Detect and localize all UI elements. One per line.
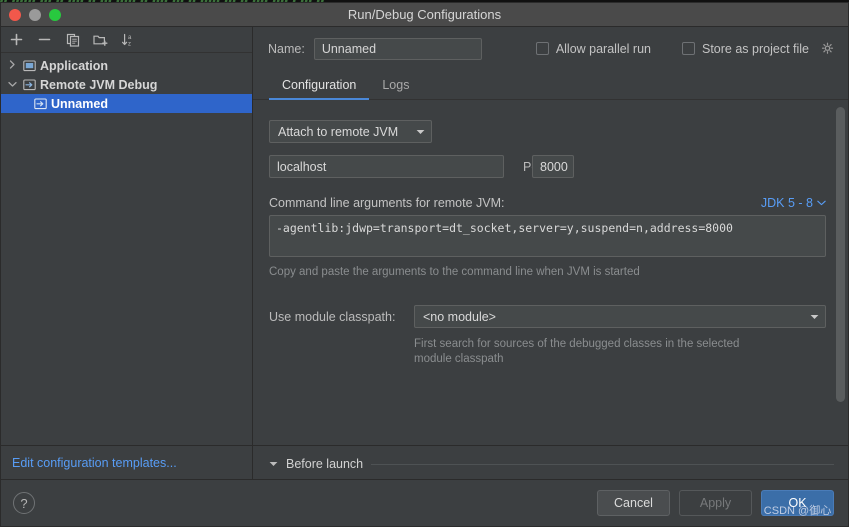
host-port-row: Host: localhost Port: 8000	[269, 155, 826, 178]
application-icon	[20, 59, 38, 72]
sidebar-footer: Edit configuration templates...	[1, 445, 252, 479]
svg-text:a: a	[128, 35, 132, 41]
before-launch-divider	[371, 463, 834, 465]
checkbox-box[interactable]	[535, 42, 549, 55]
tree-item-remote-jvm-debug[interactable]: Remote JVM Debug	[1, 75, 252, 94]
dialog-body: a z Application Remote JVM Debug Unnamed…	[1, 27, 848, 479]
configurations-toolbar: a z	[1, 27, 252, 53]
store-as-project-file-label: Store as project file	[702, 41, 809, 56]
ok-button[interactable]: OK CSDN @御心	[761, 490, 834, 517]
module-classpath-label: Use module classpath:	[269, 309, 396, 324]
name-label: Name:	[268, 41, 305, 56]
run-debug-configurations-dialog: Run/Debug Configurations a z Application…	[0, 2, 849, 527]
module-classpath-hint: First search for sources of the debugged…	[414, 338, 740, 365]
command-line-arguments-field[interactable]: -agentlib:jdwp=transport=dt_socket,serve…	[269, 215, 826, 257]
window-titlebar: Run/Debug Configurations	[1, 3, 848, 27]
configurations-sidebar: a z Application Remote JVM Debug Unnamed…	[1, 27, 253, 479]
svg-text:z: z	[128, 41, 131, 47]
tab-logs[interactable]: Logs	[369, 78, 422, 99]
copy-configuration-button[interactable]	[64, 31, 81, 48]
remote-jvm-icon	[31, 97, 49, 110]
minimize-window-button[interactable]	[29, 9, 41, 21]
vertical-scrollbar-thumb[interactable]	[836, 107, 845, 402]
module-classpath-row: Use module classpath: <no module>	[269, 305, 826, 328]
zoom-window-button[interactable]	[49, 9, 61, 21]
host-input[interactable]: localhost	[269, 155, 504, 178]
command-line-header: Command line arguments for remote JVM: J…	[269, 196, 826, 210]
allow-parallel-run-checkbox[interactable]: Allow parallel run	[535, 41, 651, 56]
before-launch-section: Before launch	[253, 445, 848, 479]
ok-button-label: OK	[788, 496, 807, 510]
window-title: Run/Debug Configurations	[347, 7, 502, 22]
configuration-editor-pane: Name: Unnamed Allow parallel run Store a…	[253, 27, 848, 479]
sort-alphabetical-icon[interactable]: a z	[120, 31, 137, 48]
before-launch-label: Before launch	[286, 457, 364, 471]
tree-item-label: Application	[40, 58, 109, 73]
dialog-button-bar: ? Cancel Apply OK CSDN @御心	[1, 479, 848, 526]
tree-item-label: Unnamed	[51, 96, 108, 111]
name-input[interactable]: Unnamed	[313, 37, 482, 60]
allow-parallel-run-label: Allow parallel run	[555, 41, 651, 56]
traffic-lights	[9, 3, 61, 27]
edit-configuration-templates-link[interactable]: Edit configuration templates...	[12, 456, 177, 470]
chevron-down-icon[interactable]	[416, 127, 425, 137]
name-row: Name: Unnamed Allow parallel run Store a…	[253, 27, 848, 70]
before-launch-header[interactable]: Before launch	[269, 457, 834, 471]
debugger-mode-select[interactable]: Attach to remote JVM	[269, 120, 432, 143]
editor-tabs[interactable]: Configuration Logs	[253, 70, 848, 100]
remove-configuration-button[interactable]	[36, 31, 53, 48]
remote-jvm-icon	[20, 78, 38, 91]
help-button[interactable]: ?	[13, 492, 35, 514]
debugger-mode-value: Attach to remote JVM	[278, 124, 399, 139]
configurations-tree[interactable]: Application Remote JVM Debug Unnamed	[1, 53, 252, 445]
close-window-button[interactable]	[9, 9, 21, 21]
apply-button[interactable]: Apply	[679, 490, 752, 516]
configuration-form-scroll: Debugger mode: Attach to remote JVM Host…	[253, 100, 848, 445]
chevron-right-icon[interactable]	[5, 60, 20, 71]
jdk-version-dropdown[interactable]: JDK 5 - 8	[761, 196, 826, 210]
chevron-down-icon[interactable]	[269, 459, 278, 469]
checkbox-box[interactable]	[682, 42, 695, 55]
add-configuration-button[interactable]	[8, 31, 25, 48]
cancel-button[interactable]: Cancel	[597, 490, 670, 516]
configuration-form: Debugger mode: Attach to remote JVM Host…	[253, 100, 848, 367]
tab-configuration[interactable]: Configuration	[269, 78, 370, 100]
chevron-down-icon	[817, 200, 826, 206]
gear-icon[interactable]	[821, 42, 834, 55]
command-line-hint: Copy and paste the arguments to the comm…	[269, 266, 640, 278]
tree-item-application[interactable]: Application	[1, 56, 252, 75]
module-classpath-select[interactable]: <no module>	[414, 305, 826, 328]
debugger-mode-row: Debugger mode: Attach to remote JVM	[269, 120, 826, 143]
vertical-scrollbar[interactable]	[836, 100, 845, 445]
new-folder-button[interactable]	[92, 31, 109, 48]
module-classpath-value: <no module>	[423, 309, 496, 324]
command-line-label: Command line arguments for remote JVM:	[269, 196, 505, 210]
jdk-version-label: JDK 5 - 8	[760, 196, 813, 210]
tree-item-label: Remote JVM Debug	[40, 77, 158, 92]
store-as-project-file-checkbox[interactable]: Store as project file	[682, 42, 834, 56]
tree-item-unnamed[interactable]: Unnamed	[1, 94, 252, 113]
chevron-down-icon[interactable]	[5, 80, 20, 90]
chevron-down-icon[interactable]	[810, 312, 819, 322]
port-input[interactable]: 8000	[532, 155, 574, 178]
